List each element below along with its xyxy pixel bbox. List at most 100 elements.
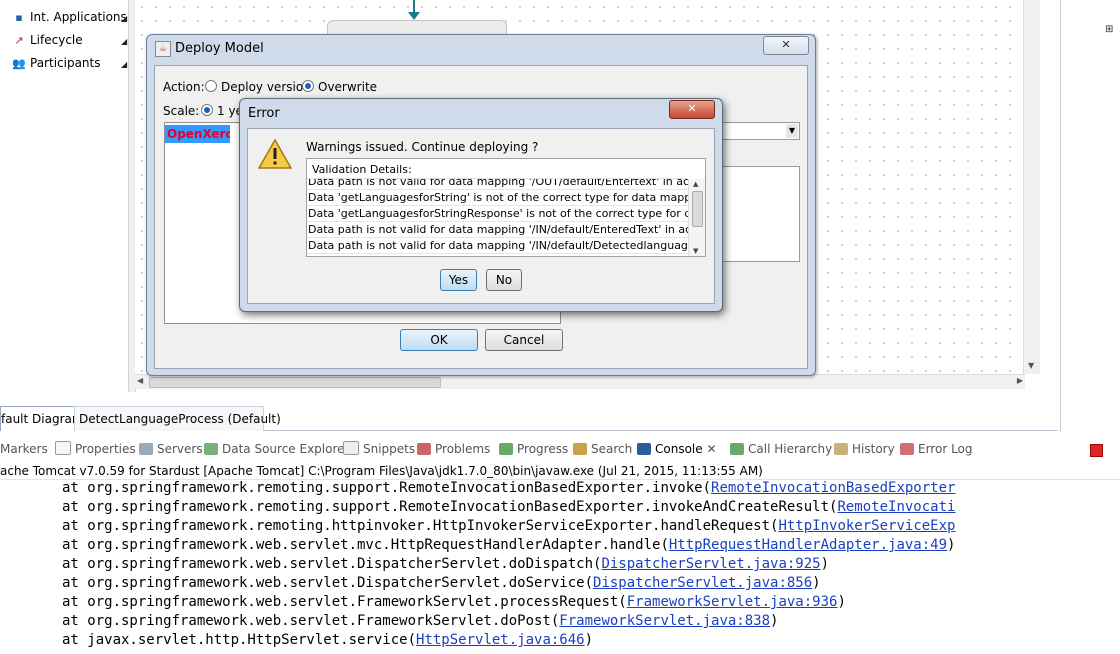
dialog-title: Deploy Model: [175, 41, 264, 56]
console-line: at org.springframework.web.servlet.Frame…: [62, 612, 778, 631]
data-source-icon: [204, 443, 218, 455]
cancel-button[interactable]: Cancel: [485, 329, 563, 351]
overwrite-radio[interactable]: Overwrite: [302, 80, 377, 94]
tab-data-source-explorer[interactable]: Data Source Explorer: [204, 440, 349, 458]
tab-error-log[interactable]: Error Log: [900, 440, 973, 458]
palette-item-participants[interactable]: 👥 Participants ◢: [12, 54, 127, 72]
table-row[interactable]: Data path is not valid for data mapping …: [307, 179, 688, 190]
tab-label: History: [852, 442, 895, 456]
stack-frame-tail: ): [584, 632, 594, 648]
description-field[interactable]: [715, 166, 800, 262]
canvas-horizontal-scrollbar[interactable]: ◀ ▶: [135, 374, 1025, 389]
yes-button[interactable]: Yes: [440, 269, 477, 291]
dialog-titlebar[interactable]: ☕ Deploy Model ✕: [147, 35, 815, 63]
close-button[interactable]: ✕: [669, 100, 715, 119]
error-dialog: Error ✕ Warnings issued. Continue deploy…: [239, 98, 723, 312]
source-link[interactable]: RemoteInvocationBasedExporter: [711, 480, 955, 496]
details-scrollbar[interactable]: ▲ ▼: [688, 179, 705, 256]
console-line: at org.springframework.remoting.support.…: [62, 498, 955, 517]
scroll-left-icon[interactable]: ◀: [137, 376, 143, 385]
tab-label: Problems: [435, 442, 491, 456]
palette-item-label: Lifecycle: [30, 33, 83, 47]
source-link[interactable]: DispatcherServlet.java:925: [601, 556, 820, 572]
stack-frame-tail: ): [947, 537, 956, 553]
validation-rows: Data path is not valid for data mapping …: [307, 179, 688, 256]
stack-frame: at org.springframework.web.servlet.Frame…: [62, 613, 560, 629]
scroll-thumb[interactable]: [692, 191, 703, 227]
scroll-right-icon[interactable]: ▶: [1017, 376, 1023, 385]
scroll-up-icon[interactable]: ▲: [693, 180, 698, 188]
console-line: at org.springframework.web.servlet.Dispa…: [62, 555, 829, 574]
source-link[interactable]: FrameworkServlet.java:838: [559, 613, 770, 629]
palette-item-lifecycle[interactable]: ↗ Lifecycle ◢: [12, 31, 127, 49]
table-row[interactable]: Data path is not valid for data mapping …: [307, 238, 688, 254]
tab-history[interactable]: History: [834, 440, 895, 458]
stack-frame: at org.springframework.web.servlet.mvc.H…: [62, 537, 669, 553]
tab-label: DetectLanguageProcess (Default): [79, 412, 281, 426]
console-line: at org.springframework.web.servlet.mvc.H…: [62, 536, 955, 555]
participants-icon: 👥: [12, 57, 26, 70]
tab-properties[interactable]: Properties: [55, 440, 136, 458]
palette-item-label: Int. Applications: [30, 10, 127, 24]
flow-arrowhead-icon: [408, 12, 420, 20]
scroll-down-icon[interactable]: ▼: [693, 247, 698, 255]
tab-progress[interactable]: Progress: [499, 440, 568, 458]
tab-console[interactable]: Console ✕: [637, 440, 717, 458]
scroll-thumb[interactable]: [149, 377, 441, 388]
radio-unchecked-icon[interactable]: [205, 80, 217, 92]
applications-icon: ▪: [15, 11, 23, 24]
no-button[interactable]: No: [486, 269, 522, 291]
deploy-version-radio[interactable]: Deploy version: [205, 80, 311, 94]
stack-frame: at org.springframework.web.servlet.Dispa…: [62, 556, 602, 572]
close-icon[interactable]: ✕: [706, 442, 716, 456]
expand-arrow-icon[interactable]: ◢: [121, 10, 127, 28]
validation-details-table[interactable]: Validation Details: Data path is not val…: [306, 158, 706, 257]
console-line: at org.springframework.web.servlet.Dispa…: [62, 574, 821, 593]
terminate-icon[interactable]: [1090, 444, 1103, 457]
tab-detect-language-process[interactable]: DetectLanguageProcess (Default): [74, 406, 281, 431]
expand-arrow-icon[interactable]: ◢: [121, 56, 127, 74]
tab-label: Markers: [0, 442, 48, 456]
stack-frame: at org.springframework.remoting.httpinvo…: [62, 518, 779, 534]
tab-diagram[interactable]: fault Diagram: [0, 406, 76, 431]
outline-icon[interactable]: ⊞: [1105, 24, 1113, 35]
radio-checked-icon[interactable]: [201, 104, 213, 116]
dropdown[interactable]: ▼: [715, 122, 800, 140]
table-row[interactable]: Data 'getLanguagesforString' is not of t…: [307, 190, 688, 206]
tab-snippets[interactable]: Snippets: [343, 440, 415, 458]
console-process-header: ache Tomcat v7.0.59 for Stardust [Apache…: [0, 463, 1120, 480]
right-side-panel: [1060, 0, 1120, 432]
tab-call-hierarchy[interactable]: Call Hierarchy: [730, 440, 832, 458]
stack-frame-tail: ): [820, 556, 830, 572]
ok-button[interactable]: OK: [400, 329, 478, 351]
tab-problems[interactable]: Problems: [417, 440, 490, 458]
model-list[interactable]: OpenXeroxS: [164, 122, 232, 324]
console-output[interactable]: at org.springframework.remoting.support.…: [0, 479, 1120, 654]
expand-arrow-icon[interactable]: ◢: [121, 33, 127, 51]
dialog-title: Error: [248, 106, 280, 121]
source-link[interactable]: DispatcherServlet.java:856: [593, 575, 812, 591]
java-app-icon: ☕: [155, 41, 171, 57]
palette-item-label: Participants: [30, 56, 101, 70]
scroll-down-icon[interactable]: ▼: [1028, 361, 1034, 370]
tab-markers[interactable]: Markers: [0, 440, 48, 458]
source-link[interactable]: HttpServlet.java:646: [416, 632, 585, 648]
tab-servers[interactable]: Servers: [139, 440, 203, 458]
palette-item-int-applications[interactable]: ▪ Int. Applications ◢: [12, 8, 127, 26]
tab-label: Servers: [157, 442, 203, 456]
radio-label: Deploy version: [221, 80, 311, 94]
source-link[interactable]: HttpInvokerServiceExp: [778, 518, 955, 534]
close-button[interactable]: ✕: [763, 36, 809, 55]
canvas-vertical-scrollbar[interactable]: ▼: [1023, 0, 1040, 374]
source-link[interactable]: FrameworkServlet.java:936: [627, 594, 838, 610]
chevron-down-icon[interactable]: ▼: [786, 124, 798, 138]
stack-frame: at org.springframework.remoting.support.…: [62, 499, 838, 515]
source-link[interactable]: HttpRequestHandlerAdapter.java:49: [669, 537, 947, 553]
scale-radio[interactable]: 1 ye: [201, 104, 243, 118]
radio-checked-icon[interactable]: [302, 80, 314, 92]
tab-search[interactable]: Search: [573, 440, 632, 458]
table-row[interactable]: Data path is not valid for data mapping …: [307, 222, 688, 238]
source-link[interactable]: RemoteInvocati: [837, 499, 955, 515]
table-row[interactable]: Data 'getLanguagesforStringResponse' is …: [307, 206, 688, 222]
list-item-selected[interactable]: OpenXeroxS: [165, 125, 231, 143]
